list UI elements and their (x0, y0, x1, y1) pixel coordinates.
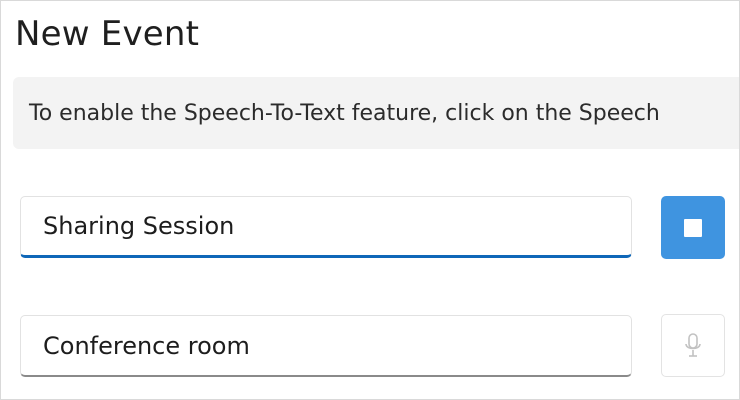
location-input[interactable] (43, 331, 609, 360)
location-field[interactable] (20, 315, 632, 377)
new-event-page: New Event To enable the Speech-To-Text f… (0, 0, 740, 400)
microphone-icon (683, 332, 703, 360)
stop-speech-button[interactable] (661, 196, 725, 259)
microphone-button[interactable] (661, 314, 725, 377)
info-banner-text: To enable the Speech-To-Text feature, cl… (29, 100, 660, 126)
stop-icon (684, 218, 702, 237)
speech-to-text-info-banner: To enable the Speech-To-Text feature, cl… (13, 77, 739, 149)
event-title-input[interactable] (43, 212, 609, 240)
page-title: New Event (15, 14, 200, 54)
event-title-field[interactable] (20, 196, 632, 258)
